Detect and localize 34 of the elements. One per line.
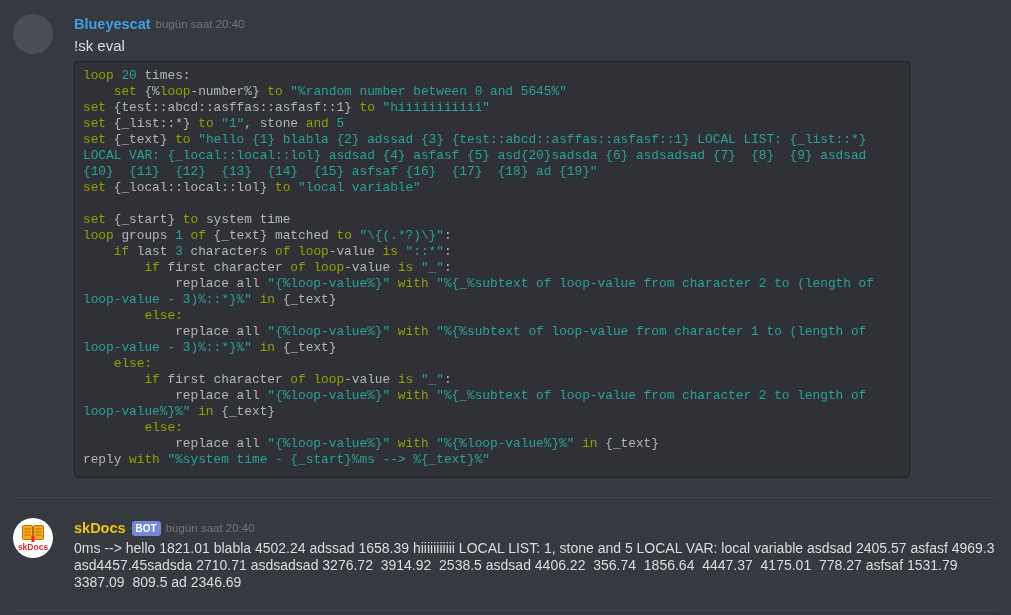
code-line: replace all "{%loop-value%}" with "%{%loop-value%}%" in {_text} (175, 436, 659, 452)
code-line: else: (144, 420, 183, 436)
code-line: if last 3 characters of loop-value is "::*": (113, 244, 452, 260)
code-line: set {_text} to "hello {1} blabla {2} adssad {3} {test::abcd::asffas::asfasf::1} LOCAL LIST: {_list::*} (83, 132, 867, 148)
bot-badge: BOT (131, 520, 161, 536)
code-line: loop-value - 3)%::*}%" in {_text} (83, 292, 337, 308)
code-line: LOCAL VAR: {_local::local::lol} asdsad {4} asfasf {5} asd{20}sadsda {6} asdsadsad {7} {8} {9} asdsad (83, 148, 867, 164)
code-line: reply with "%system time - {_start}%ms --> %{_text}%" (83, 452, 490, 468)
book-icon (22, 524, 44, 542)
code-line: replace all "{%loop-value%}" with "%{_%subtext of loop-value from character 2 to length of (175, 388, 867, 404)
code-line: set {_list::*} to "1", stone and 5 (83, 116, 345, 132)
logo-text: skDocs (17, 541, 49, 552)
code-line: else: (144, 308, 183, 324)
code-line: else: (113, 356, 153, 372)
code-line: set {test::abcd::asffas::asfasf::1} to "hiiiiiiiiiii" (83, 100, 491, 116)
code-line: set {%loop-number%} to "%random number between 0 and 5645%" (113, 84, 567, 100)
timestamp: bugün saat 20:40 (155, 17, 245, 32)
username[interactable]: skDocs (74, 518, 126, 538)
code-line: replace all "{%loop-value%}" with "%{_%subtext of loop-value from character 2 to (length of (175, 276, 874, 292)
message-text: !sk eval (74, 36, 125, 56)
code-line: loop groups 1 of {_text} matched to "\{(.*?)\}": (83, 228, 452, 244)
timestamp: bugün saat 20:40 (165, 521, 255, 536)
code-line: set {_local::local::lol} to "local variable" (83, 180, 421, 196)
code-line: {10} {11} {12} {13} {14} {15} asfsaf {16} {17} {18} ad {19}" (83, 164, 598, 180)
code-line: if first character of loop-value is "_": (144, 260, 452, 276)
username[interactable]: Blueyescat (74, 14, 151, 34)
code-line: set {_start} to system time (83, 212, 291, 228)
code-line: loop-value%}%" in {_text} (83, 404, 275, 420)
code-line: loop 20 times: (83, 68, 191, 84)
message-text: 0ms --> hello 1821.01 blabla 4502.24 adssad 1658.39 hiiiiiiiiiii LOCAL LIST: 1, stone and 5 LOCAL VAR: local variable asdsad 2405.57 asfasf 4969.3 asd4457.45sadsda 2710.71 asdsadsad 3276.72 3914.92 2538.5 asdsad 4406.22 356.74 1856.64 4447.37 4175.01 778.27 asfsaf 1531.79 3387.09 809.5 ad 2346.69 (74, 540, 996, 591)
bot-avatar[interactable]: skDocs (13, 518, 53, 558)
code-line: replace all "{%loop-value%}" with "%{%subtext of loop-value from character 1 to (length of (175, 324, 867, 340)
code-line: if first character of loop-value is "_": (144, 372, 452, 388)
code-line: loop-value - 3)%::*}%" in {_text} (83, 340, 337, 356)
